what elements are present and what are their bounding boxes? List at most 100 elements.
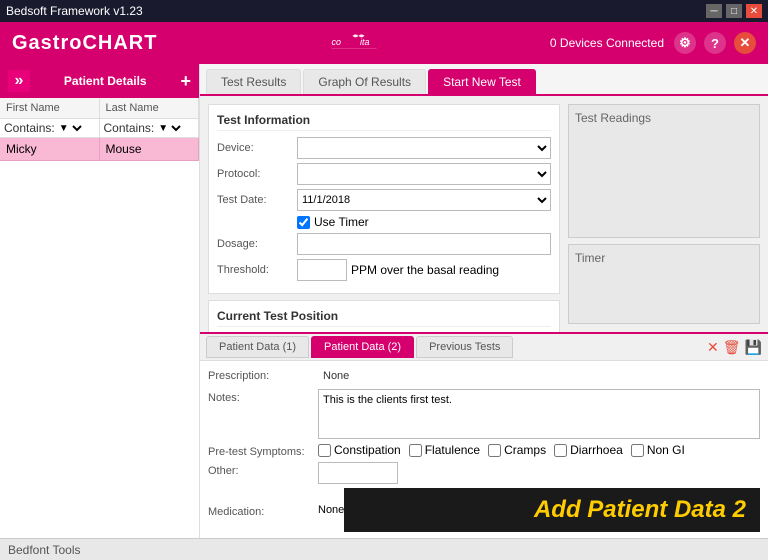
threshold-row: Threshold: PPM over the basal reading <box>217 259 551 281</box>
symptom-nongi: Non GI <box>631 443 685 457</box>
add-patient-banner-text: Add Patient Data 2 <box>534 496 746 524</box>
other-input[interactable] <box>318 462 398 484</box>
symptom-constipation: Constipation <box>318 443 401 457</box>
device-label: Device: <box>217 142 297 154</box>
patient-row[interactable]: Micky Mouse <box>0 138 199 161</box>
titlebar-close-button[interactable]: ✕ <box>746 4 762 18</box>
other-row: Other: <box>208 462 760 484</box>
bottom-tab-bar: Patient Data (1) Patient Data (2) Previo… <box>200 334 768 361</box>
device-select[interactable] <box>297 137 551 159</box>
timer-title: Timer <box>575 251 753 265</box>
protocol-label: Protocol: <box>217 168 297 180</box>
test-readings-title: Test Readings <box>575 111 753 125</box>
diarrhoea-checkbox[interactable] <box>554 444 567 457</box>
patient-lastname: Mouse <box>100 138 200 160</box>
constipation-label: Constipation <box>334 443 401 457</box>
cramps-checkbox[interactable] <box>488 444 501 457</box>
flatulence-checkbox[interactable] <box>409 444 422 457</box>
patient-firstname: Micky <box>0 138 100 160</box>
symptoms-checkboxes: Constipation Flatulence Cramps Diar <box>318 443 685 457</box>
firstname-filter[interactable]: Contains: ▼ <box>0 119 100 137</box>
test-main: Test Information Device: Protocol: Test … <box>200 96 568 332</box>
notes-label: Notes: <box>208 389 318 404</box>
use-timer-label: Use Timer <box>314 215 369 229</box>
lastname-col-header: Last Name <box>100 98 200 118</box>
use-timer-checkbox[interactable] <box>297 216 310 229</box>
main-layout: » Patient Details + First Name Last Name… <box>0 64 768 538</box>
bottom-tab-patient-data-1[interactable]: Patient Data (1) <box>206 336 309 358</box>
settings-icon[interactable]: ⚙ <box>674 32 696 54</box>
test-readings-box: Test Readings <box>568 104 760 238</box>
symptom-cramps: Cramps <box>488 443 546 457</box>
symptoms-label: Pre-test Symptoms: <box>208 443 318 458</box>
status-bar-label: Bedfont Tools <box>8 543 81 557</box>
protocol-row: Protocol: <box>217 163 551 185</box>
add-patient-banner: Add Patient Data 2 <box>344 488 760 532</box>
save-tab-button[interactable]: 💾 <box>745 339 762 356</box>
minimize-button[interactable]: ─ <box>706 4 722 18</box>
delete-tab-button[interactable]: ✕ <box>707 339 719 356</box>
device-row: Device: <box>217 137 551 159</box>
symptom-flatulence: Flatulence <box>409 443 480 457</box>
firstname-filter-label: Contains: <box>4 121 55 135</box>
nongi-label: Non GI <box>647 443 685 457</box>
medication-value: None <box>318 504 344 516</box>
prescription-label: Prescription: <box>208 367 318 382</box>
app-title: GastroCHART <box>12 32 157 55</box>
help-icon[interactable]: ? <box>704 32 726 54</box>
top-tab-bar: Test Results Graph Of Results Start New … <box>200 64 768 96</box>
other-label: Other: <box>208 462 318 477</box>
sidebar-expand-button[interactable]: » <box>8 70 30 92</box>
bottom-tab-previous-tests[interactable]: Previous Tests <box>416 336 513 358</box>
protocol-select[interactable] <box>297 163 551 185</box>
svg-text:co: co <box>331 37 341 47</box>
diarrhoea-label: Diarrhoea <box>570 443 623 457</box>
svg-text:ita: ita <box>360 37 370 47</box>
symptoms-row: Pre-test Symptoms: Constipation Flatulen… <box>208 443 760 458</box>
header-icons: ⚙ ? ✕ <box>674 32 756 54</box>
bottom-tab-patient-data-2[interactable]: Patient Data (2) <box>311 336 414 358</box>
symptom-diarrhoea: Diarrhoea <box>554 443 623 457</box>
app-header: GastroCHART co ita 0 Devices Connected ⚙… <box>0 22 768 64</box>
header-logo: co ita <box>324 28 384 58</box>
devices-connected: 0 Devices Connected <box>550 36 664 50</box>
patient-data-2-form: Prescription: None Notes: This is the cl… <box>200 361 768 538</box>
testdate-label: Test Date: <box>217 194 297 206</box>
test-section: Test Information Device: Protocol: Test … <box>200 96 768 332</box>
medication-label: Medication: <box>208 503 318 518</box>
testdate-select[interactable]: 11/1/2018 <box>297 189 551 211</box>
add-patient-button[interactable]: + <box>180 71 191 92</box>
timer-box: Timer <box>568 244 760 324</box>
cramps-label: Cramps <box>504 443 546 457</box>
firstname-filter-select[interactable]: ▼ <box>55 122 85 135</box>
bottom-section: Patient Data (1) Patient Data (2) Previo… <box>200 332 768 538</box>
use-timer-row: Use Timer <box>297 215 551 229</box>
title-bar-controls: ─ □ ✕ <box>706 4 762 18</box>
notes-textarea[interactable]: This is the clients first test. <box>318 389 760 439</box>
maximize-button[interactable]: □ <box>726 4 742 18</box>
notes-row: Notes: This is the clients first test. <box>208 389 760 439</box>
sidebar-title: Patient Details <box>64 74 147 88</box>
status-bar: Bedfont Tools <box>0 538 768 560</box>
lastname-filter-label: Contains: <box>104 121 155 135</box>
tab-graph-results[interactable]: Graph Of Results <box>303 69 426 94</box>
threshold-suffix: PPM over the basal reading <box>351 263 499 277</box>
threshold-input[interactable] <box>297 259 347 281</box>
lastname-filter[interactable]: Contains: ▼ <box>100 119 200 137</box>
dosage-input[interactable] <box>297 233 551 255</box>
prescription-value: None <box>318 367 760 385</box>
tab-test-results[interactable]: Test Results <box>206 69 301 94</box>
lastname-filter-select[interactable]: ▼ <box>154 122 184 135</box>
constipation-checkbox[interactable] <box>318 444 331 457</box>
nongi-checkbox[interactable] <box>631 444 644 457</box>
title-bar-text: Bedsoft Framework v1.23 <box>6 4 143 18</box>
firstname-col-header: First Name <box>0 98 100 118</box>
tab-start-new-test[interactable]: Start New Test <box>428 69 536 94</box>
trash-tab-button[interactable]: 🗑 <box>723 339 741 356</box>
app-close-button[interactable]: ✕ <box>734 32 756 54</box>
sidebar-filters: Contains: ▼ Contains: ▼ <box>0 119 199 138</box>
sidebar-header: » Patient Details + <box>0 64 199 98</box>
prescription-row: Prescription: None <box>208 367 760 385</box>
flatulence-label: Flatulence <box>425 443 480 457</box>
sidebar-col-headers: First Name Last Name <box>0 98 199 119</box>
